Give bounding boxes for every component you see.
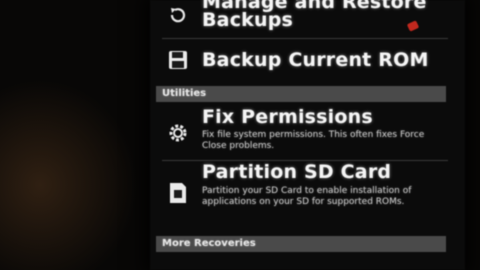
- partition-sd-description: Partition your SD Card to enable install…: [202, 186, 412, 207]
- red-indicator-icon: [406, 20, 420, 32]
- backup-current-rom-title: Backup Current ROM: [202, 49, 429, 71]
- menu-item-partition-sd-card[interactable]: Partition SD Card Partition your SD Card…: [150, 161, 450, 232]
- section-header-utilities: Utilities: [156, 86, 446, 102]
- menu-item-backup-current-rom[interactable]: Backup Current ROM: [150, 42, 450, 78]
- sd-card-icon: [166, 182, 190, 204]
- gear-icon: [166, 122, 190, 144]
- restore-icon: [166, 4, 190, 26]
- menu-item-fix-permissions[interactable]: Fix Permissions Fix file system permissi…: [150, 104, 450, 160]
- manage-restore-title-line2: Backups: [202, 9, 294, 31]
- fix-permissions-description: Fix file system permissions. This often …: [202, 130, 425, 151]
- phone-screen: Manage and Restore Backups Backup Curren…: [150, 0, 465, 270]
- section-header-more-recoveries: More Recoveries: [156, 236, 446, 252]
- fix-permissions-title: Fix Permissions: [202, 106, 373, 128]
- partition-sd-title: Partition SD Card: [202, 161, 392, 183]
- floppy-disk-icon: [166, 49, 190, 71]
- divider: [162, 38, 448, 39]
- menu-item-manage-restore[interactable]: Manage and Restore Backups: [150, 0, 450, 36]
